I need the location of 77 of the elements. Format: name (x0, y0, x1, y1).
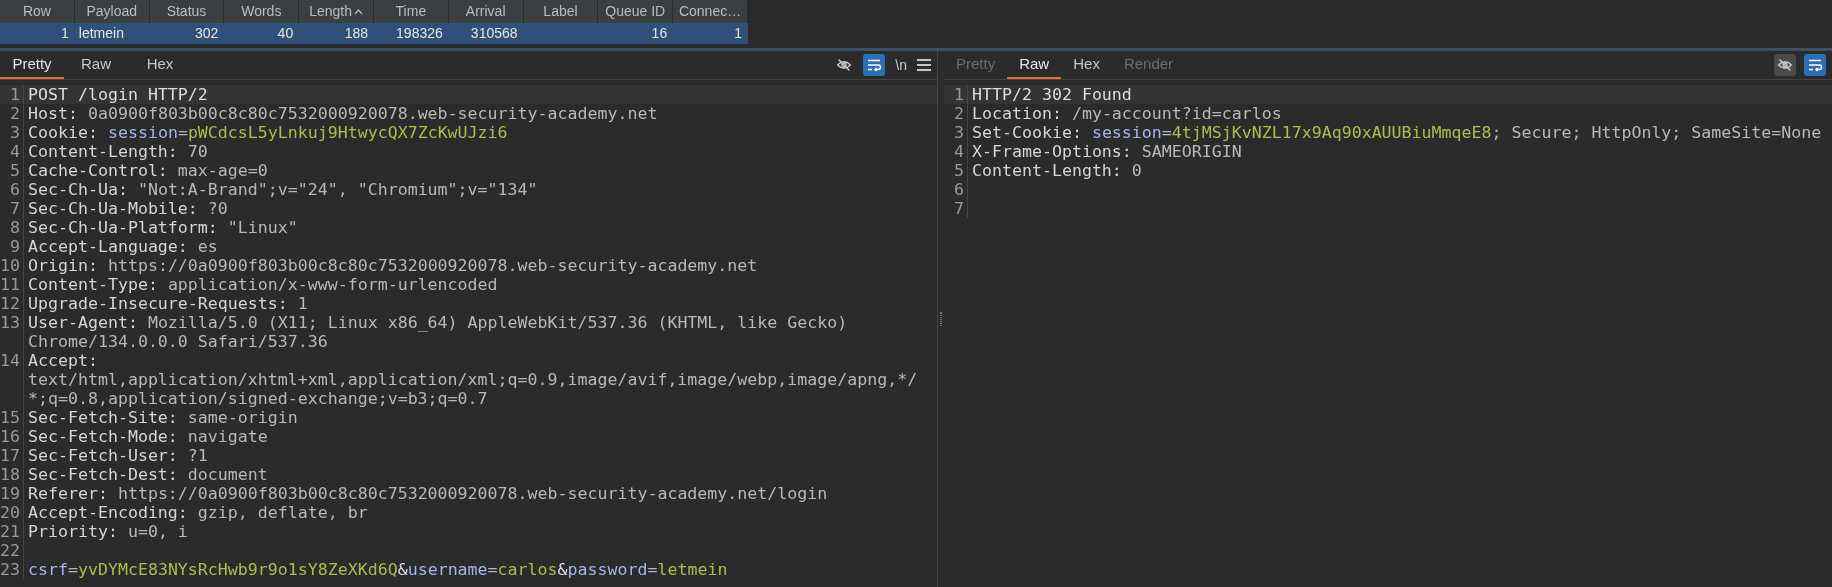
code-line: Content-Length: 0 (971, 161, 1143, 180)
line-number: 2 (944, 104, 968, 123)
line-number: 18 (0, 465, 24, 484)
splitter-handle[interactable] (940, 312, 942, 326)
code-line: Content-Length: 70 (27, 142, 209, 161)
code-line: Sec-Ch-Ua-Platform: "Linux" (27, 218, 299, 237)
line-number: 8 (0, 218, 24, 237)
word-wrap-icon[interactable] (863, 54, 886, 76)
table-cell-text: 16 (650, 24, 669, 43)
line-number: 12 (0, 294, 24, 313)
code-line: Sec-Fetch-User: ?1 (27, 446, 209, 465)
line-number: 7 (944, 199, 968, 218)
code-line: Referer: https://0a0900f803b00c8c80c7532000920078.web-security-academy.net/login (27, 484, 829, 503)
menu-icon[interactable] (917, 59, 931, 71)
line-number: 13 (0, 313, 24, 351)
line-number: 11 (0, 275, 24, 294)
code-line: Accept-Language: es (27, 237, 219, 256)
code-line: Cookie: session=pWCdcsL5yLnkuj9HtwycQX7ZcKwUJzi6 (27, 123, 509, 142)
line-number: 2 (0, 104, 24, 123)
code-line: Origin: https://0a0900f803b00c8c80c7532000920078.web-security-academy.net (27, 256, 759, 275)
code-line: Sec-Ch-Ua: "Not:A-Brand";v="24", "Chromium";v="134" (27, 180, 539, 199)
code-line: Location: /my-account?id=carlos (971, 104, 1283, 123)
code-line: csrf=yvDYMcE83NYsRcHwb9r9o1sY8ZeXKd6Q&username=carlos&password=letmein (27, 560, 729, 579)
line-number: 6 (0, 180, 24, 199)
line-number: 19 (0, 484, 24, 503)
table-cell-text: 1 (60, 24, 70, 43)
hide-characters-icon[interactable] (1774, 54, 1796, 76)
table-row[interactable]: 1 letmein 302 40 188 198326 310568 16 1 (0, 23, 748, 44)
line-number: 16 (0, 427, 24, 446)
code-line: Accept-Encoding: gzip, deflate, br (27, 503, 369, 522)
tab[interactable]: Raw (1007, 52, 1062, 79)
line-number: 17 (0, 446, 24, 465)
line-number: 9 (0, 237, 24, 256)
line-number: 1 (0, 85, 24, 104)
line-number: 5 (944, 161, 968, 180)
code-line: Sec-Ch-Ua-Mobile: ?0 (27, 199, 229, 218)
line-number: 20 (0, 503, 24, 522)
line-number: 15 (0, 408, 24, 427)
table-cell-text: 1 (733, 24, 743, 43)
code-line: POST /login HTTP/2 (27, 85, 209, 104)
word-wrap-icon[interactable] (1804, 54, 1826, 76)
table-cell-text: 40 (276, 24, 295, 43)
code-line: Upgrade-Insecure-Requests: 1 (27, 294, 309, 313)
code-line: Sec-Fetch-Mode: navigate (27, 427, 269, 446)
line-number: 6 (944, 180, 968, 199)
code-line: Set-Cookie: session=4tjMSjKvNZL17x9Aq90xAUUBiuMmqeE8; Secure; HttpOnly; SameSite=None (971, 123, 1823, 142)
code-line: Cache-Control: max-age=0 (27, 161, 269, 180)
newline-toggle[interactable]: \n (893, 54, 909, 76)
table-cell-text: 198326 (395, 24, 444, 43)
code-line: Priority: u=0, i (27, 522, 189, 541)
code-line: Content-Type: application/x-www-form-urlencoded (27, 275, 499, 294)
table-cell-text: 310568 (469, 24, 519, 43)
line-number: 1 (944, 85, 968, 104)
code-line: Sec-Fetch-Dest: document (27, 465, 269, 484)
tab[interactable]: Hex (1061, 52, 1112, 79)
line-number: 7 (0, 199, 24, 218)
line-number: 3 (944, 123, 968, 142)
line-number: 14 (0, 351, 24, 408)
table-cell-text: 302 (194, 24, 220, 43)
line-number: 10 (0, 256, 24, 275)
code-line: User-Agent: Mozilla/5.0 (X11; Linux x86_64) AppleWebKit/537.36 (KHTML, like Gecko) Chrome/134.0.0.0 Safari/537.36 (27, 313, 849, 351)
table-cell-text: 188 (343, 24, 369, 43)
line-number: 22 (0, 541, 24, 560)
code-line: Sec-Fetch-Site: same-origin (27, 408, 299, 427)
line-number: 5 (0, 161, 24, 180)
line-number: 21 (0, 522, 24, 541)
code-line: Host: 0a0900f803b00c8c80c7532000920078.web-security-academy.net (27, 104, 659, 123)
code-line: X-Frame-Options: SAMEORIGIN (971, 142, 1243, 161)
table-cell-text: letmein (77, 24, 125, 43)
tab[interactable]: Raw (64, 52, 128, 79)
line-number: 4 (0, 142, 24, 161)
tab[interactable]: Pretty (0, 52, 64, 79)
code-line: HTTP/2 302 Found (971, 85, 1133, 104)
line-number: 4 (944, 142, 968, 161)
line-number: 23 (0, 560, 24, 579)
tab[interactable]: Hex (128, 52, 192, 79)
line-number: 3 (0, 123, 24, 142)
